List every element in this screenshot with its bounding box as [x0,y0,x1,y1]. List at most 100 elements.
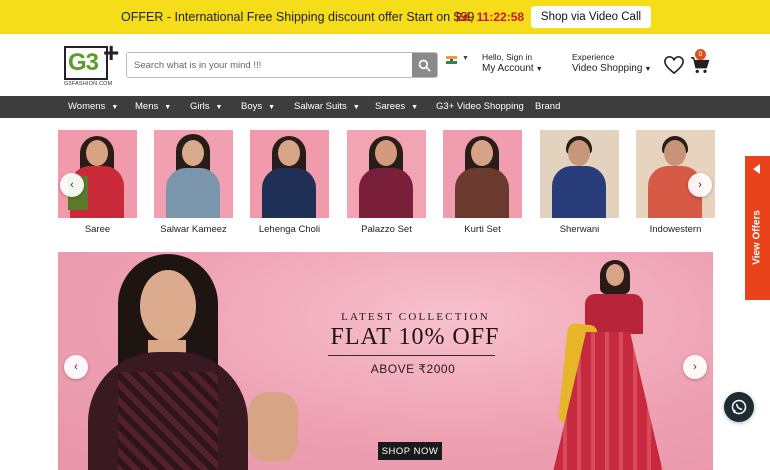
nav-item-brand[interactable]: Brand [535,96,560,118]
nav-item-mens[interactable]: Mens ▼ [135,96,171,118]
search-icon [418,59,431,71]
site-logo[interactable]: G3 + G3FASHION.COM [64,37,119,89]
video-shopping-label: Video Shopping [572,63,643,74]
video-shopping-line1: Experience [572,52,615,62]
video-shopping-label-row: Video Shopping ▼ [572,63,651,74]
banner-next-button[interactable]: › [683,355,707,379]
search-button[interactable] [412,53,437,77]
chevron-down-icon: ▼ [644,66,652,73]
nav-item-video-shopping[interactable]: G3+ Video Shopping [436,96,524,118]
account-label: My Account [482,63,534,74]
chevron-left-icon: ‹ [70,179,74,191]
figure-body [359,168,413,218]
country-dropdown-caret-icon[interactable]: ▼ [462,55,469,62]
banner-threshold-text: ABOVE ₹2000 [370,362,456,376]
shop-now-button[interactable]: SHOP NOW [378,442,442,460]
figure-head [278,140,300,166]
figure-head [182,140,204,166]
nav-item-sarees[interactable]: Sarees ▼ [375,96,418,118]
figure-head [471,140,493,166]
figure-body [262,168,316,218]
figure-head [375,140,397,166]
category-image [540,130,619,218]
category-card-kurti-set[interactable]: Kurti Set [443,130,522,235]
account-menu[interactable]: Hello, Sign in My Account ▼ [482,52,543,74]
view-offers-tab[interactable]: View Offers [745,156,770,300]
nav-item-label: Womens [68,101,106,112]
chevron-right-icon: › [693,361,697,373]
nav-item-label: Boys [241,101,263,112]
figure-body [552,166,606,218]
banner-divider [328,355,495,356]
logo-text: G3 [68,49,99,76]
category-card-salwar-kameez[interactable]: Salwar Kameez [154,130,233,235]
figure-head [568,140,590,166]
account-label-row: My Account ▼ [482,63,543,74]
category-label: Lehenga Choli [258,224,321,235]
search-input[interactable] [127,53,413,77]
category-next-button[interactable]: › [688,173,712,197]
banner-model-hand [248,392,298,462]
search-bar [126,52,438,78]
category-image [443,130,522,218]
category-label: Palazzo Set [361,224,412,235]
shop-via-video-call-button[interactable]: Shop via Video Call [531,6,651,28]
banner-collection-text: LATEST COLLECTION [341,311,490,323]
account-greeting: Hello, Sign in [482,52,533,62]
chevron-down-icon: ▼ [411,104,419,111]
hero-banner[interactable]: LATEST COLLECTION FLAT 10% OFF ABOVE ₹20… [58,252,713,470]
country-flag-icon[interactable] [446,56,457,64]
chevron-down-icon: ▼ [111,104,119,111]
category-card-sherwani[interactable]: Sherwani [540,130,619,235]
chevron-right-icon: › [698,179,702,191]
view-offers-label: View Offers [751,210,763,265]
banner-model-pattern [118,372,218,470]
category-label: Sherwani [559,224,600,235]
figure-head [664,140,686,166]
figure-body [455,168,509,218]
category-label: Saree [84,224,111,235]
nav-item-womens[interactable]: Womens ▼ [68,96,118,118]
logo-subtext: G3FASHION.COM [64,81,113,87]
nav-item-label: Sarees [375,101,406,112]
category-label: Salwar Kameez [160,224,227,235]
offer-text: OFFER - International Free Shipping disc… [121,10,475,24]
nav-item-boys[interactable]: Boys ▼ [241,96,275,118]
category-label: Kurti Set [464,224,501,235]
cart-count-badge: 0 [695,49,706,60]
nav-item-label: Girls [190,101,210,112]
chevron-down-icon: ▼ [352,104,360,111]
chevron-down-icon: ▼ [535,66,543,73]
category-image [154,130,233,218]
nav-item-label: Brand [535,101,561,112]
page: OFFER - International Free Shipping disc… [0,0,770,470]
figure-body [166,168,220,218]
nav-item-girls[interactable]: Girls ▼ [190,96,222,118]
offer-bar: OFFER - International Free Shipping disc… [0,0,770,34]
nav-item-label: Salwar Suits [294,101,347,112]
category-image [347,130,426,218]
nav-item-label: Mens [135,101,159,112]
category-card-lehenga-choli[interactable]: Lehenga Choli [250,130,329,235]
logo-plus: + [103,37,120,68]
whatsapp-icon [731,399,747,415]
banner-offer-text: FLAT 10% OFF [330,324,500,350]
nav-item-label: G3+ Video Shopping [436,101,524,112]
banner-model-face [140,270,196,342]
category-label: Indowestern [649,224,702,235]
category-prev-button[interactable]: ‹ [60,173,84,197]
chevron-left-icon: ‹ [74,361,78,373]
chevron-down-icon: ▼ [268,104,276,111]
banner-prev-button[interactable]: ‹ [64,355,88,379]
category-image [250,130,329,218]
chevron-down-icon: ▼ [164,104,172,111]
category-card-palazzo-set[interactable]: Palazzo Set [347,130,426,235]
video-shopping-menu[interactable]: Experience Video Shopping ▼ [572,52,651,74]
caret-left-icon [753,164,760,174]
nav-item-salwar-suits[interactable]: Salwar Suits ▼ [294,96,360,118]
offer-countdown-timer: 2d, 11:22:58 [456,10,525,24]
main-navigation: Womens ▼ Mens ▼ Girls ▼ Boys ▼ Salwar Suits ▼… [0,96,770,118]
wishlist-heart-icon[interactable] [663,55,685,75]
banner-model2-face [606,264,624,286]
whatsapp-chat-button[interactable] [724,392,754,422]
